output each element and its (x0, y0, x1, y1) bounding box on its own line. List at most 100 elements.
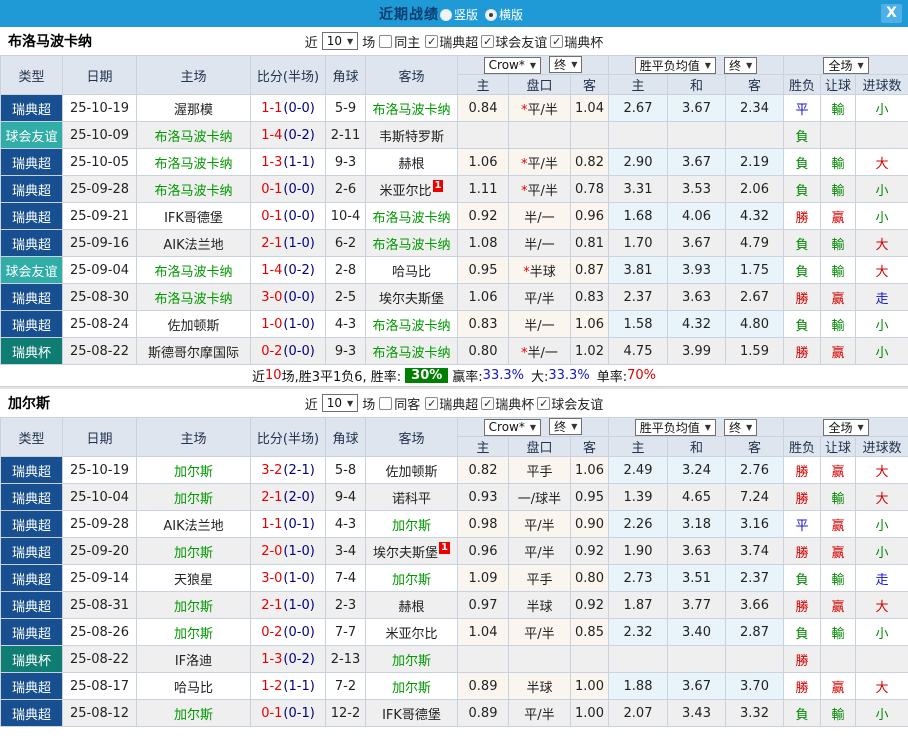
close-button[interactable]: X (881, 4, 902, 23)
match-score: 1-1(0-1) (250, 510, 326, 538)
mean-draw: 3.63 (667, 537, 726, 565)
result-mark: 勝 (783, 337, 822, 365)
goals-mark: 小 (855, 618, 908, 646)
section-head-home-team: 布洛马波卡纳 近 10 场 同主 瑞典超球会友谊瑞典杯 (0, 27, 908, 55)
odds-time-select[interactable]: 终 (549, 56, 583, 74)
away-team: 加尔斯 (365, 510, 458, 538)
match-count-select[interactable]: 10 (321, 394, 359, 412)
mean-select[interactable]: 胜平负均值 (634, 56, 716, 74)
league-checkbox[interactable] (537, 396, 551, 410)
result-mark: 負 (783, 148, 822, 176)
home-team: 天狼星 (136, 564, 251, 592)
league-badge: 瑞典超 (0, 483, 63, 511)
home-team: 加尔斯 (136, 456, 251, 484)
same-away-checkbox[interactable] (379, 396, 393, 410)
away-team: 布洛马波卡纳 (365, 202, 458, 230)
goals-mark: 大 (855, 672, 908, 700)
horizontal-radio-button[interactable] (485, 8, 497, 21)
match-row: 瑞典超 25-09-28 AIK法兰地 1-1(0-1) 4-3 加尔斯 0.98 平/半 0.… (0, 510, 908, 538)
mean-time-select[interactable]: 终 (724, 56, 758, 74)
corner-count: 6-2 (325, 229, 366, 257)
league-badge: 球会友谊 (0, 121, 63, 149)
mean-home: 2.37 (608, 283, 668, 311)
odds-away: 0.80 (570, 564, 609, 592)
away-team: 哈马比 (365, 256, 458, 284)
match-row: 瑞典杯 25-08-22 斯德哥尔摩国际 0-2(0-0) 9-3 布洛马波卡纳 0.80 *… (0, 337, 908, 365)
odds-handicap: 半/一 (508, 229, 571, 257)
sub-col-mean-home: 主 (608, 74, 668, 95)
league-checkbox[interactable] (425, 34, 439, 48)
odds-handicap: *平/半 (508, 175, 571, 203)
mean-home: 1.39 (608, 483, 668, 511)
col-corner: 角球 (325, 55, 366, 95)
result-mark: 負 (783, 310, 822, 338)
odds-time-select[interactable]: 终 (549, 418, 583, 436)
result-mark: 負 (783, 121, 822, 149)
odds-home: 0.97 (457, 591, 509, 619)
result-mark: 勝 (783, 645, 822, 673)
mean-draw: 3.24 (667, 456, 726, 484)
handicap-result-mark: 赢 (820, 456, 857, 484)
odds-away: 0.81 (570, 229, 609, 257)
league-badge: 瑞典超 (0, 175, 63, 203)
same-home-checkbox[interactable] (379, 34, 393, 48)
league-badge: 瑞典杯 (0, 645, 63, 673)
scope-select[interactable]: 全场 (823, 418, 869, 436)
summary-bar: 近 10 场,胜3平1负6, 胜率: 30% 赢率: 33.3% 大: 33.3% 单率: 70% (252, 368, 656, 385)
league-badge: 瑞典杯 (0, 337, 63, 365)
odds-home: 0.82 (457, 456, 509, 484)
odds-home: 0.95 (457, 256, 509, 284)
away-team: 布洛马波卡纳 (365, 337, 458, 365)
mean-home: 1.90 (608, 537, 668, 565)
away-team: 加尔斯 (365, 564, 458, 592)
league-checkbox[interactable] (481, 396, 495, 410)
mean-home: 1.70 (608, 229, 668, 257)
odds-away: 0.87 (570, 256, 609, 284)
away-team: 加尔斯 (365, 645, 458, 673)
corner-count: 2-6 (325, 175, 366, 203)
sub-col-goals: 进球数 (855, 436, 908, 457)
match-date: 25-09-04 (62, 256, 137, 284)
odds-home: 0.92 (457, 202, 509, 230)
odds-home: 0.98 (457, 510, 509, 538)
horizontal-radio-label: 横版 (499, 7, 524, 22)
goals-mark: 小 (855, 537, 908, 565)
match-date: 25-08-24 (62, 310, 137, 338)
match-score: 3-0(1-0) (250, 564, 326, 592)
near-label: 近 (304, 35, 318, 51)
home-team: IF洛迪 (136, 645, 251, 673)
col-corner: 角球 (325, 417, 366, 457)
league-badge: 瑞典超 (0, 537, 63, 565)
odds-handicap: 半/一 (508, 310, 571, 338)
home-team: AIK法兰地 (136, 229, 251, 257)
mean-home: 2.32 (608, 618, 668, 646)
result-mark: 負 (783, 564, 822, 592)
vertical-radio-button[interactable] (439, 8, 452, 21)
league-checkbox[interactable] (481, 34, 495, 48)
bookmaker-select[interactable]: Crow* (483, 418, 542, 436)
odds-handicap: *平/半 (508, 94, 571, 122)
away-team: 埃尔夫斯堡 (365, 283, 458, 311)
odds-handicap: 平/半 (508, 283, 571, 311)
odds-home: 0.80 (457, 337, 509, 365)
home-team: 布洛马波卡纳 (136, 283, 251, 311)
bookmaker-select[interactable]: Crow* (483, 56, 542, 74)
odds-handicap: 平/半 (508, 618, 571, 646)
mean-select[interactable]: 胜平负均值 (634, 418, 716, 436)
league-checkbox[interactable] (425, 396, 439, 410)
league-badge: 瑞典超 (0, 591, 63, 619)
mean-draw (667, 121, 726, 149)
odds-home: 1.09 (457, 564, 509, 592)
odds-handicap: 半球 (508, 672, 571, 700)
league-badge: 瑞典超 (0, 618, 63, 646)
result-mark: 負 (783, 699, 822, 727)
corner-count: 2-5 (325, 283, 366, 311)
scope-select[interactable]: 全场 (823, 56, 869, 74)
match-date: 25-09-21 (62, 202, 137, 230)
away-team: 布洛马波卡纳 (365, 94, 458, 122)
match-count-select[interactable]: 10 (321, 32, 359, 50)
mean-time-select[interactable]: 终 (724, 418, 758, 436)
home-team: 加尔斯 (136, 618, 251, 646)
league-checkbox[interactable] (550, 34, 564, 48)
sub-col-handicap-result: 让球 (820, 436, 857, 457)
